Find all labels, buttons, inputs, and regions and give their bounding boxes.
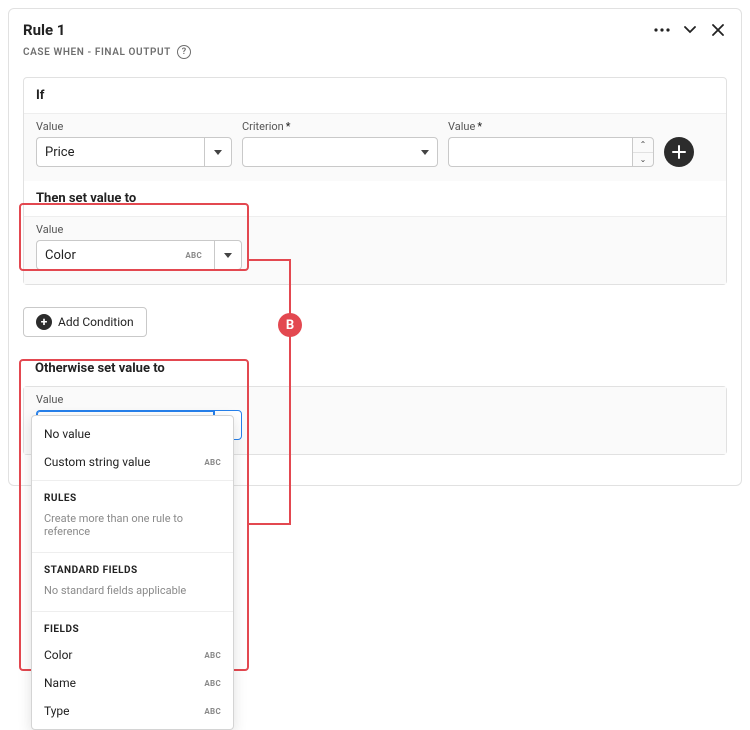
- if-value2-label: Value: [448, 120, 475, 133]
- option-custom-string[interactable]: Custom string valueABC: [32, 448, 233, 476]
- add-criterion-button[interactable]: [664, 137, 694, 167]
- then-value-text: Color: [45, 248, 76, 263]
- panel-header: Rule 1: [9, 9, 741, 45]
- panel-subtitle: CASE WHEN - FINAL OUTPUT: [23, 47, 171, 58]
- separator: [32, 611, 233, 612]
- abc-token-icon: ABC: [204, 458, 221, 467]
- group-rules-header: RULES: [32, 485, 233, 510]
- group-rules-hint: Create more than one rule to reference: [32, 510, 233, 548]
- add-condition-label: Add Condition: [58, 315, 134, 329]
- if-value-combo[interactable]: Price: [36, 137, 232, 167]
- if-value-text: Price: [45, 145, 74, 160]
- badge-b: B: [278, 313, 302, 337]
- option-field-color[interactable]: ColorABC: [32, 641, 233, 669]
- group-std-header: STANDARD FIELDS: [32, 557, 233, 582]
- group-fields-header: FIELDS: [32, 616, 233, 641]
- criterion-combo[interactable]: [242, 137, 438, 167]
- plus-circle-icon: +: [36, 314, 52, 330]
- abc-token-icon: ABC: [204, 651, 221, 660]
- abc-token-icon: ABC: [185, 251, 202, 260]
- group-std-hint: No standard fields applicable: [32, 582, 233, 607]
- if-section-body: Value Price Criterion*: [24, 113, 726, 181]
- help-icon[interactable]: ?: [177, 45, 191, 59]
- add-condition-button[interactable]: + Add Condition: [23, 307, 147, 337]
- then-section-title: Then set value to: [24, 181, 726, 216]
- if-section-title: If: [24, 78, 726, 113]
- abc-token-icon: ABC: [204, 707, 221, 716]
- otherwise-section-title: Otherwise set value to: [35, 361, 727, 376]
- otherwise-value-label: Value: [36, 393, 242, 406]
- chevron-down-icon: [214, 150, 222, 155]
- panel-body: If Value Price Criterion*: [9, 69, 741, 485]
- if-value2-input[interactable]: ⌃ ⌄: [448, 137, 654, 167]
- panel-subtitle-row: CASE WHEN - FINAL OUTPUT ?: [9, 45, 741, 69]
- chevron-down-icon: [421, 150, 429, 155]
- criterion-label: Criterion: [242, 120, 284, 133]
- if-value-label: Value: [36, 120, 232, 133]
- if-value2-field[interactable]: [448, 137, 632, 167]
- then-section-body: Value Color ABC: [24, 216, 726, 284]
- criterion-required: *: [286, 120, 291, 133]
- abc-token-icon: ABC: [204, 679, 221, 688]
- option-no-value[interactable]: No value: [32, 420, 233, 448]
- collapse-icon[interactable]: [681, 21, 699, 39]
- option-field-type[interactable]: TypeABC: [32, 697, 233, 725]
- rule-panel: Rule 1 CASE WHEN - FINAL OUTPUT ? If Val…: [8, 8, 742, 486]
- then-value-chevron[interactable]: [214, 240, 242, 270]
- separator: [32, 480, 233, 481]
- option-field-name[interactable]: NameABC: [32, 669, 233, 697]
- then-value-label: Value: [36, 223, 242, 236]
- stepper-up-icon[interactable]: ⌃: [633, 138, 653, 153]
- if-value-chevron[interactable]: [204, 137, 232, 167]
- stepper-down-icon[interactable]: ⌄: [633, 153, 653, 167]
- separator: [32, 552, 233, 553]
- if-value2-required: *: [477, 120, 482, 133]
- chevron-down-icon: [224, 253, 232, 258]
- value-dropdown-popover: No value Custom string valueABC RULES Cr…: [31, 415, 234, 730]
- connector-bottom-horiz: [249, 523, 291, 525]
- more-icon[interactable]: [653, 21, 671, 39]
- if-then-card: If Value Price Criterion*: [23, 77, 727, 285]
- close-icon[interactable]: [709, 21, 727, 39]
- panel-title: Rule 1: [23, 21, 65, 39]
- then-value-combo[interactable]: Color ABC: [36, 240, 242, 270]
